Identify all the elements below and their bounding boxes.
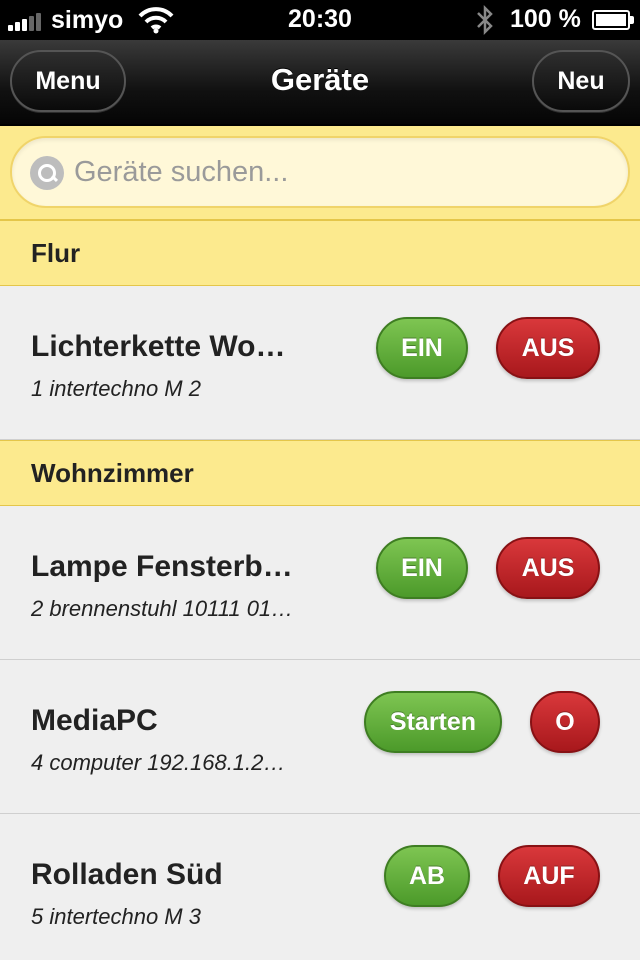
device-row[interactable]: Lichterkette Wo… 1 intertechno M 2 EIN A… bbox=[0, 286, 640, 440]
section-header-flur: Flur bbox=[0, 220, 640, 286]
device-detail: 2 brennenstuhl 10111 01… bbox=[31, 596, 294, 621]
section-title: Flur bbox=[31, 238, 81, 268]
power-off-button[interactable]: O bbox=[530, 691, 600, 753]
device-name: MediaPC bbox=[31, 704, 158, 737]
device-detail: 1 intertechno M 2 bbox=[31, 376, 201, 401]
device-name: Lichterkette Wo… bbox=[31, 330, 286, 363]
navigation-bar: Menu Geräte Neu bbox=[0, 40, 640, 126]
down-button[interactable]: AB bbox=[384, 845, 470, 907]
search-bar bbox=[0, 126, 640, 220]
device-name: Rolladen Süd bbox=[31, 858, 223, 891]
up-button[interactable]: AUF bbox=[498, 845, 600, 907]
off-button[interactable]: AUS bbox=[496, 317, 600, 379]
device-detail: 5 intertechno M 3 bbox=[31, 904, 201, 929]
bluetooth-icon bbox=[477, 4, 493, 36]
battery-percent: 100 % bbox=[510, 5, 581, 33]
battery-icon bbox=[592, 10, 634, 30]
search-icon bbox=[30, 156, 64, 190]
device-row[interactable]: Lampe Fensterb… 2 brennenstuhl 10111 01…… bbox=[0, 506, 640, 660]
section-header-wohnzimmer: Wohnzimmer bbox=[0, 440, 640, 506]
device-row[interactable]: Rolladen Süd 5 intertechno M 3 AB AUF bbox=[0, 814, 640, 960]
on-button[interactable]: EIN bbox=[376, 537, 468, 599]
section-title: Wohnzimmer bbox=[31, 458, 194, 488]
on-button[interactable]: EIN bbox=[376, 317, 468, 379]
status-bar: simyo 20:30 100 % bbox=[0, 0, 640, 40]
off-button[interactable]: AUS bbox=[496, 537, 600, 599]
device-row[interactable]: MediaPC 4 computer 192.168.1.2… Starten … bbox=[0, 660, 640, 814]
search-input[interactable] bbox=[74, 150, 604, 194]
device-detail: 4 computer 192.168.1.2… bbox=[31, 750, 286, 775]
start-button[interactable]: Starten bbox=[364, 691, 502, 753]
search-box[interactable] bbox=[10, 136, 630, 208]
new-device-button[interactable]: Neu bbox=[532, 50, 630, 112]
device-name: Lampe Fensterb… bbox=[31, 550, 293, 583]
